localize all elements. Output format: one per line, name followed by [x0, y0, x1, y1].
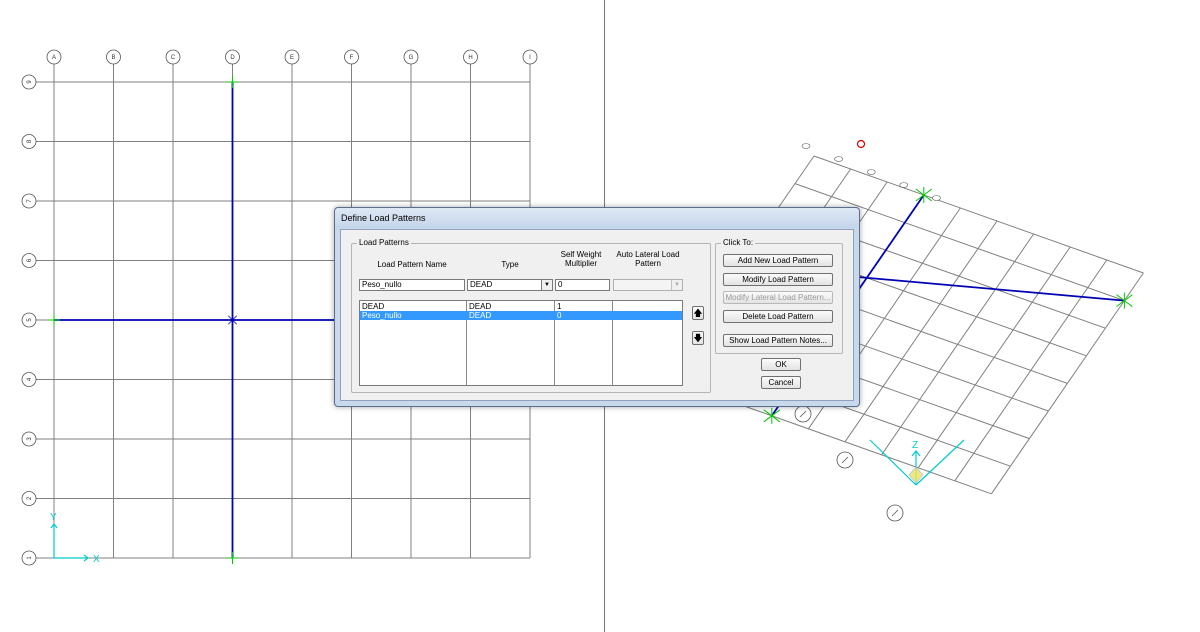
header-type: Type	[501, 260, 519, 269]
type-dropdown-value: DEAD	[470, 280, 493, 289]
chevron-down-icon: ▼	[671, 280, 682, 290]
table-cell-multiplier: 1	[557, 302, 562, 311]
click-to-group-label: Click To:	[721, 238, 756, 247]
table-row[interactable]: DEAD DEAD 1	[360, 302, 682, 311]
grid-bubble-label: C	[171, 55, 176, 61]
grid-bubble-label: G	[409, 55, 414, 61]
define-load-patterns-dialog: Define Load Patterns Load Patterns Load …	[334, 207, 860, 407]
table-row[interactable]: Peso_nullo DEAD 0	[360, 311, 682, 320]
table-cell-multiplier: 0	[557, 311, 562, 320]
table-cell-type: DEAD	[469, 311, 492, 320]
auto-lateral-dropdown: ▼	[613, 279, 683, 291]
z-axis-label: Z	[912, 440, 918, 451]
dialog-titlebar[interactable]: Define Load Patterns	[335, 208, 859, 228]
x-axis-label: X	[93, 554, 100, 565]
chevron-down-icon[interactable]: ▼	[541, 280, 552, 290]
grid-bubble-label: A	[52, 55, 56, 61]
dialog-client-area: Load Patterns Load Pattern Name Type Sel…	[340, 229, 854, 401]
delete-load-pattern-button[interactable]: Delete Load Pattern	[723, 310, 833, 323]
click-to-group: Click To: Add New Load Pattern Modify Lo…	[715, 238, 843, 354]
grid-bubble-label: B	[111, 55, 115, 61]
grid-bubble-label: E	[290, 55, 294, 61]
header-self-weight-multiplier: Self Weight Multiplier	[560, 250, 602, 268]
arrow-up-icon: 🡅	[693, 308, 703, 318]
grid-bubble-label: D	[230, 55, 235, 61]
modify-lateral-load-pattern-button: Modify Lateral Load Pattern...	[723, 291, 833, 304]
cancel-button[interactable]: Cancel	[761, 376, 801, 389]
grid-line	[990, 272, 1144, 495]
header-auto-lateral-load-pattern: Auto Lateral Load Pattern	[616, 250, 680, 268]
table-cell-type: DEAD	[469, 302, 492, 311]
dialog-title: Define Load Patterns	[341, 213, 426, 223]
arrow-down-icon: 🡇	[693, 333, 703, 343]
header-load-pattern-name: Load Pattern Name	[377, 260, 447, 269]
grid-bubble	[834, 156, 843, 162]
show-load-pattern-notes-button[interactable]: Show Load Pattern Notes...	[723, 334, 833, 347]
grid-line	[813, 155, 1144, 274]
ok-button[interactable]: OK	[761, 358, 801, 371]
grid-bubble-label: F	[350, 55, 354, 61]
grid-bubble	[866, 169, 876, 175]
add-new-load-pattern-button[interactable]: Add New Load Pattern	[723, 254, 833, 267]
grid-bubble-label: H	[468, 55, 472, 61]
load-patterns-group: Load Patterns Load Pattern Name Type Sel…	[351, 238, 711, 393]
table-cell-name: DEAD	[362, 302, 385, 311]
table-cell-name: Peso_nullo	[362, 311, 402, 320]
load-patterns-list[interactable]: DEAD DEAD 1 Peso_nullo DEAD 0	[359, 300, 683, 386]
move-up-button[interactable]: 🡅	[692, 306, 704, 320]
grid-bubble	[899, 182, 909, 188]
origin-marker-icon	[856, 139, 866, 149]
self-weight-multiplier-input[interactable]: 0	[555, 279, 610, 291]
move-down-button[interactable]: 🡇	[692, 331, 704, 345]
y-axis-label: Y	[50, 512, 57, 523]
load-pattern-name-input[interactable]: Peso_nullo	[359, 279, 465, 291]
grid-bubble	[801, 143, 811, 149]
type-dropdown[interactable]: DEAD ▼	[467, 279, 553, 291]
modify-load-pattern-button[interactable]: Modify Load Pattern	[723, 273, 833, 286]
load-patterns-group-label: Load Patterns	[357, 238, 411, 247]
x-axis-arrow-icon	[869, 439, 917, 486]
grid-bubble	[932, 195, 941, 201]
